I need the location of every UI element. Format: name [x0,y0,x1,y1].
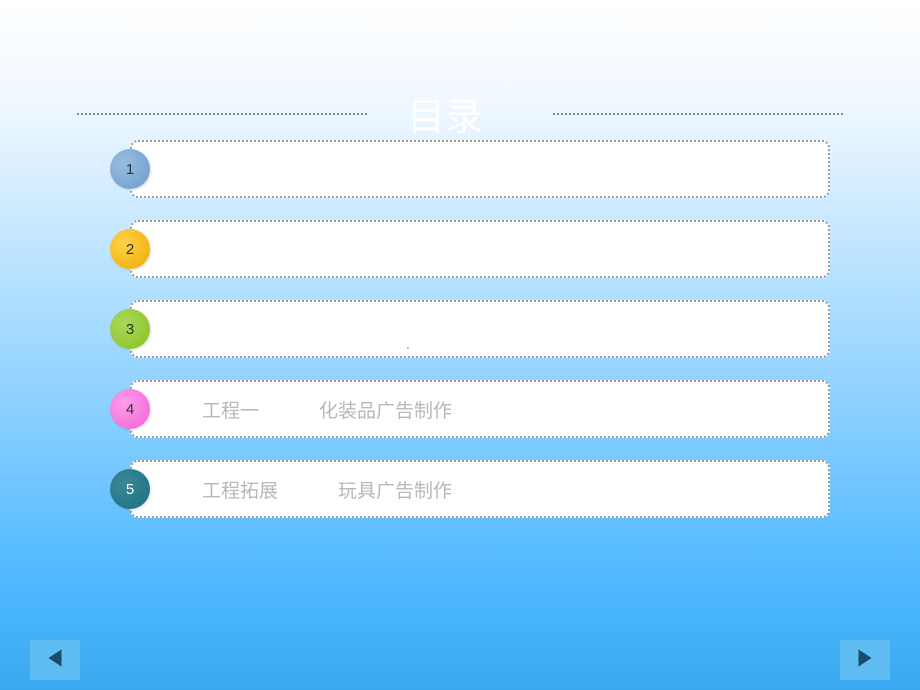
toc-label: 工程一 [202,396,259,423]
toc-box: 工程一 化装品广告制作 [130,380,830,438]
divider-left [77,113,367,115]
toc-item-5[interactable]: 工程拓展 玩具广告制作 5 [110,460,830,518]
center-dot: . [406,336,410,352]
toc-number-badge: 4 [110,389,150,429]
toc-number-badge: 1 [110,149,150,189]
divider-right [553,113,843,115]
page-title: 目录 [407,86,483,141]
toc-item-4[interactable]: 工程一 化装品广告制作 4 [110,380,830,438]
toc-item-3[interactable]: 3 [110,300,830,358]
toc-number-badge: 5 [110,469,150,509]
triangle-left-icon [42,645,68,676]
toc-list: 1 2 3 工程一 化装品广告制作 4 工程拓展 玩具广告制作 5 [110,140,830,540]
toc-box: 工程拓展 玩具广告制作 [130,460,830,518]
toc-item-2[interactable]: 2 [110,220,830,278]
prev-button[interactable] [30,640,80,680]
toc-box [130,300,830,358]
toc-number-badge: 2 [110,229,150,269]
title-header: 目录 [0,86,920,141]
toc-box [130,220,830,278]
toc-box [130,140,830,198]
toc-desc: 玩具广告制作 [338,476,452,503]
next-button[interactable] [840,640,890,680]
toc-label: 工程拓展 [202,476,278,503]
toc-number-badge: 3 [110,309,150,349]
toc-desc: 化装品广告制作 [319,396,452,423]
toc-item-1[interactable]: 1 [110,140,830,198]
triangle-right-icon [852,645,878,676]
